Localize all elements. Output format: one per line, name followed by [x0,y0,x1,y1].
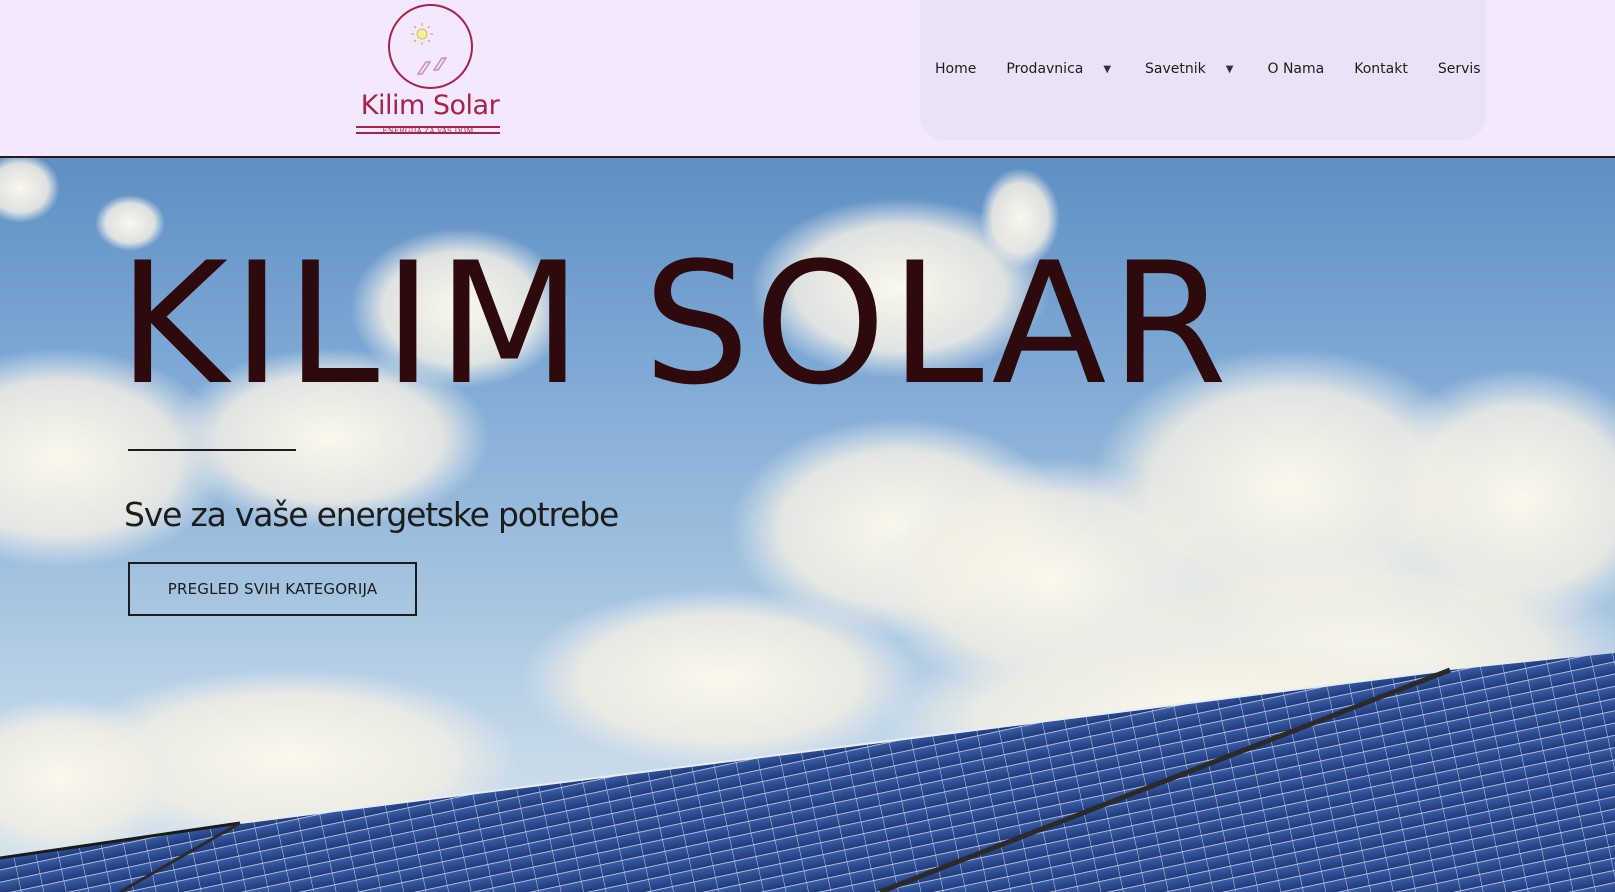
logo-tagline: ENERGIJA ZA VAŠ DOM [356,126,500,134]
nav-item-label: Kontakt [1354,61,1408,77]
nav-item-label: O Nama [1267,61,1325,77]
hero-title: KILIM SOLAR [118,226,1232,422]
nav-item-home[interactable]: Home [935,61,976,77]
logo[interactable]: Kilim Solar ENERGIJA ZA VAŠ DOM [350,4,510,138]
nav-item-label: Savetnik [1145,61,1206,77]
nav-item-label: Prodavnica [1006,61,1084,77]
nav-item-label: Home [935,61,977,77]
nav-item-label: Servis [1437,61,1481,77]
caret-down-icon[interactable]: ▼ [1226,64,1234,75]
logo-wordmark: Kilim Solar [360,90,500,121]
solar-panel-icon [416,57,448,75]
site-header: Kilim Solar ENERGIJA ZA VAŠ DOM Home Pro… [0,0,1615,158]
view-all-categories-button[interactable]: PREGLED SVIH KATEGORIJA [128,562,417,616]
hero-subtitle: Sve za vaše energetske potrebe [124,495,619,534]
nav-item-prodavnica[interactable]: Prodavnica ▼ [1006,61,1111,77]
nav-item-servis[interactable]: Servis [1438,61,1481,77]
logo-emblem [388,4,473,89]
nav-item-savetnik[interactable]: Savetnik ▼ [1145,61,1233,77]
main-nav: Home Prodavnica ▼ Savetnik ▼ O Nama Kont… [935,58,1481,80]
caret-down-icon[interactable]: ▼ [1103,64,1111,75]
nav-item-o-nama[interactable]: O Nama [1267,61,1324,77]
hero-divider [128,449,296,451]
hero-section: KILIM SOLAR Sve za vaše energetske potre… [0,158,1615,892]
sun-icon [411,23,433,45]
nav-item-kontakt[interactable]: Kontakt [1354,61,1408,77]
